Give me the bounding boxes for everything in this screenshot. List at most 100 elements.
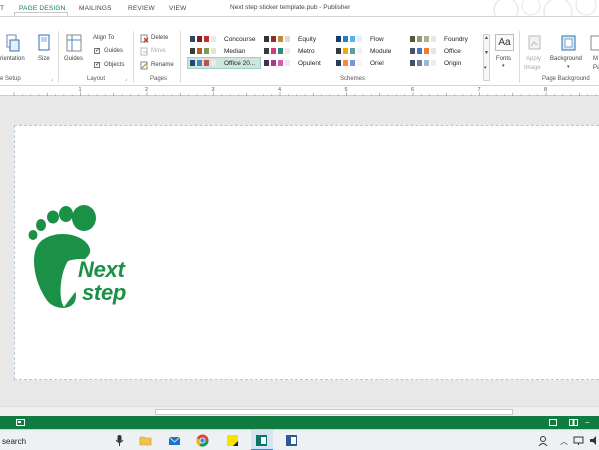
move-page-icon[interactable] bbox=[140, 47, 149, 56]
scheme-swatch bbox=[343, 48, 348, 54]
scheme-swatch bbox=[431, 36, 436, 42]
color-scheme-item[interactable]: Opulent bbox=[262, 58, 334, 68]
color-scheme-item[interactable]: Office 20... bbox=[187, 57, 261, 69]
rename-page-button[interactable]: Rename bbox=[151, 62, 174, 68]
guides-button[interactable]: Guides bbox=[64, 56, 83, 62]
horizontal-scrollbar[interactable] bbox=[0, 406, 599, 416]
chevron-down-icon[interactable]: ▾ bbox=[502, 63, 505, 69]
scheme-swatch bbox=[190, 36, 195, 42]
group-label-page-setup: e Setup bbox=[0, 76, 21, 82]
scheme-swatch bbox=[278, 60, 283, 66]
scheme-name: Oriel bbox=[370, 60, 384, 67]
align-guides-checkbox[interactable]: ✓ bbox=[94, 48, 100, 54]
scheme-swatch bbox=[285, 36, 290, 42]
color-scheme-item[interactable]: Metro bbox=[262, 46, 334, 56]
fonts-icon[interactable]: Aa bbox=[495, 34, 514, 51]
scheme-swatch bbox=[424, 48, 429, 54]
single-page-view-icon[interactable] bbox=[549, 419, 557, 426]
horizontal-ruler[interactable]: 1 2 3 4 5 6 7 8 bbox=[0, 86, 599, 96]
scheme-swatch bbox=[357, 60, 362, 66]
logo-word-step: step bbox=[82, 280, 127, 305]
tab-page-design[interactable]: PAGE DESIGN bbox=[19, 5, 66, 12]
scroll-up-icon[interactable]: ▲ bbox=[484, 35, 489, 41]
background-icon[interactable] bbox=[560, 34, 578, 52]
color-scheme-item[interactable]: Oriel bbox=[334, 58, 406, 68]
scheme-swatch bbox=[336, 48, 341, 54]
chrome-icon[interactable] bbox=[196, 434, 209, 447]
dialog-launcher-icon[interactable]: ⌟ bbox=[125, 76, 127, 82]
scheme-swatch bbox=[357, 48, 362, 54]
more-schemes-icon[interactable]: ▾ bbox=[484, 65, 487, 71]
window-title: Next step sticker template.pub - Publish… bbox=[230, 4, 351, 11]
logo-wordmark: Next step bbox=[78, 258, 126, 304]
scheme-swatch bbox=[271, 36, 276, 42]
background-button[interactable]: Background bbox=[550, 56, 582, 62]
word-icon[interactable] bbox=[285, 434, 298, 447]
orientation-button[interactable]: rientation bbox=[0, 56, 25, 62]
delete-page-button[interactable]: Delete bbox=[151, 35, 168, 41]
group-label-page-background: Page Background bbox=[542, 76, 590, 82]
tab-view[interactable]: VIEW bbox=[169, 5, 186, 12]
chevron-up-icon[interactable]: ︿ bbox=[560, 436, 568, 447]
scheme-swatch bbox=[211, 36, 216, 42]
scheme-swatch bbox=[343, 60, 348, 66]
scrollbar-thumb[interactable] bbox=[155, 409, 513, 415]
scheme-name: Flow bbox=[370, 36, 384, 43]
network-icon[interactable] bbox=[572, 434, 585, 447]
size-button[interactable]: Size bbox=[38, 56, 50, 62]
dialog-launcher-icon[interactable]: ⌟ bbox=[51, 76, 53, 82]
apply-image-icon[interactable] bbox=[527, 34, 543, 52]
ruler-number: 1 bbox=[78, 87, 82, 93]
scheme-name: Foundry bbox=[444, 36, 468, 43]
rename-page-icon[interactable] bbox=[140, 61, 149, 70]
color-scheme-item[interactable]: Median bbox=[188, 46, 260, 56]
delete-page-icon[interactable] bbox=[140, 34, 149, 43]
page-thumbnail-icon[interactable] bbox=[16, 419, 25, 426]
color-scheme-item[interactable]: Origin bbox=[408, 58, 480, 68]
scheme-name: Office bbox=[444, 48, 461, 55]
publisher-icon[interactable] bbox=[255, 434, 268, 447]
taskbar-search[interactable]: search bbox=[2, 437, 26, 446]
logo-word-next: Next bbox=[78, 257, 125, 282]
align-objects-checkbox[interactable]: ✓ bbox=[94, 62, 100, 68]
move-page-button[interactable]: Move bbox=[151, 48, 166, 54]
mail-icon[interactable] bbox=[168, 434, 181, 447]
scheme-swatch bbox=[285, 60, 290, 66]
color-scheme-item[interactable]: Concourse bbox=[188, 34, 260, 44]
chevron-down-icon[interactable]: ▾ bbox=[567, 64, 570, 70]
color-scheme-item[interactable]: Module bbox=[334, 46, 406, 56]
file-explorer-icon[interactable] bbox=[139, 434, 152, 447]
guides-icon[interactable] bbox=[66, 34, 82, 52]
zoom-out-icon[interactable]: − bbox=[585, 418, 590, 427]
sticky-notes-icon[interactable] bbox=[226, 434, 239, 447]
scheme-swatch bbox=[190, 60, 195, 66]
scheme-swatch bbox=[190, 48, 195, 54]
tab-mailings[interactable]: MAILINGS bbox=[79, 5, 112, 12]
people-icon[interactable] bbox=[538, 434, 551, 447]
scheme-swatch bbox=[424, 60, 429, 66]
master-pages-button[interactable]: M bbox=[593, 56, 598, 62]
fonts-button[interactable]: Fonts bbox=[496, 56, 511, 62]
scheme-name: Metro bbox=[298, 48, 315, 55]
color-scheme-item[interactable]: Foundry bbox=[408, 34, 480, 44]
color-scheme-item[interactable]: Equity bbox=[262, 34, 334, 44]
scheme-swatch bbox=[197, 48, 202, 54]
scheme-name: Concourse bbox=[224, 36, 256, 43]
color-scheme-item[interactable]: Flow bbox=[334, 34, 406, 44]
page-size-icon[interactable] bbox=[37, 34, 51, 52]
two-page-view-icon[interactable] bbox=[569, 419, 578, 426]
orientation-icon[interactable] bbox=[6, 34, 20, 52]
color-scheme-item[interactable]: Office bbox=[408, 46, 480, 56]
title-bar: T PAGE DESIGN MAILINGS REVIEW VIEW Next … bbox=[0, 0, 599, 27]
tab-partial[interactable]: T bbox=[0, 5, 4, 12]
scheme-swatch bbox=[417, 48, 422, 54]
scheme-swatch bbox=[410, 48, 415, 54]
master-pages-icon[interactable] bbox=[590, 34, 599, 52]
microphone-icon[interactable] bbox=[113, 434, 126, 447]
scheme-swatch bbox=[431, 48, 436, 54]
schemes-scroll[interactable] bbox=[483, 34, 490, 81]
apply-image-button[interactable]: Apply bbox=[526, 56, 541, 62]
scroll-down-icon[interactable]: ▼ bbox=[484, 50, 489, 56]
volume-icon[interactable] bbox=[588, 434, 599, 447]
tab-review[interactable]: REVIEW bbox=[128, 5, 155, 12]
